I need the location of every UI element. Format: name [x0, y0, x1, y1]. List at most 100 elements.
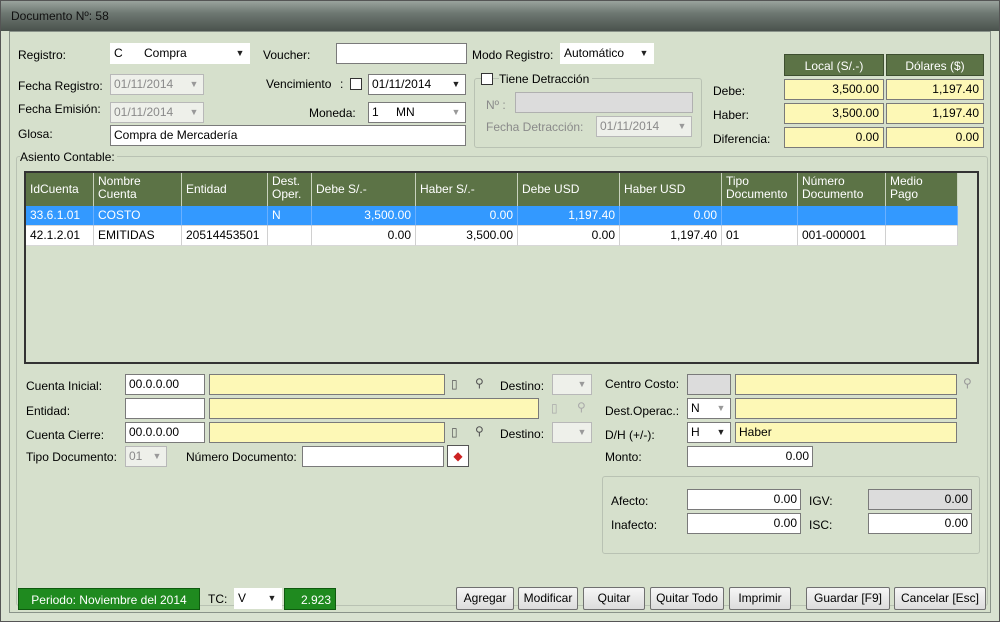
detraccion-group [474, 78, 702, 148]
summary-diferencia-local: 0.00 [784, 127, 884, 148]
centro-costo-desc [735, 374, 957, 395]
tc-select[interactable]: V ▼ [234, 588, 282, 609]
vencimiento-checkbox[interactable] [350, 78, 362, 90]
asiento-title: Asiento Contable: [20, 150, 117, 164]
modificar-button[interactable]: Modificar [518, 587, 578, 610]
destino-label: Destino: [500, 379, 545, 393]
destino-cierre-label: Destino: [500, 427, 545, 441]
periodo-status: Periodo: Noviembre del 2014 [18, 588, 200, 610]
modo-registro-select[interactable]: Automático ▼ [560, 43, 654, 64]
entidad-desc [209, 398, 539, 419]
cell-debe-usd: 0.00 [518, 226, 620, 246]
cell-debe-soles: 0.00 [312, 226, 416, 246]
binoculars-icon[interactable]: ⚲ [475, 376, 484, 390]
col-nombre-cuenta[interactable]: Nombre Cuenta [94, 173, 182, 206]
quitar-button[interactable]: Quitar [583, 587, 645, 610]
binoculars-icon[interactable]: ⚲ [475, 424, 484, 438]
numero-documento-input[interactable] [302, 446, 444, 467]
chevron-down-icon: ▼ [639, 48, 649, 58]
fecha-detraccion-label: Fecha Detracción: [486, 120, 584, 134]
col-dest-oper[interactable]: Dest. Oper. [268, 173, 312, 206]
moneda-select[interactable]: 1 MN ▼ [368, 102, 466, 123]
quitar-todo-button[interactable]: Quitar Todo [650, 587, 724, 610]
chevron-down-icon: ▼ [716, 427, 726, 437]
cell-haber-usd: 1,197.40 [620, 226, 722, 246]
fecha-registro-picker[interactable]: 01/11/2014 ▼ [110, 74, 204, 95]
detraccion-checkbox[interactable] [481, 73, 493, 85]
moneda-label: Moneda: [309, 106, 356, 120]
chevron-down-icon: ▼ [152, 451, 162, 461]
col-entidad[interactable]: Entidad [182, 173, 268, 206]
cell-nombre-cuenta: EMITIDAS [94, 226, 182, 246]
cuenta-cierre-desc [209, 422, 445, 443]
moneda-value: MN [396, 105, 415, 119]
binoculars-icon[interactable]: ⚲ [963, 376, 972, 390]
dh-select[interactable]: H ▼ [687, 422, 731, 443]
agregar-button[interactable]: Agregar [456, 587, 514, 610]
fecha-registro-label: Fecha Registro: [18, 79, 103, 93]
fecha-emision-picker[interactable]: 01/11/2014 ▼ [110, 102, 204, 123]
cell-debe-usd: 1,197.40 [518, 206, 620, 226]
registro-select[interactable]: C Compra ▼ [110, 43, 250, 64]
col-numero-documento[interactable]: Número Documento [798, 173, 886, 206]
table-row[interactable]: 33.6.1.01 COSTO N 3,500.00 0.00 1,197.40… [26, 206, 958, 226]
destino-select[interactable]: ▼ [552, 374, 592, 395]
detraccion-no-input[interactable] [515, 92, 693, 113]
table-row[interactable]: 42.1.2.01 EMITIDAS 20514453501 0.00 3,50… [26, 226, 958, 246]
cuenta-inicial-input[interactable]: 00.0.0.00 [125, 374, 205, 395]
col-debe-usd[interactable]: Debe USD [518, 173, 620, 206]
igv-input: 0.00 [868, 489, 972, 510]
document-icon[interactable]: ▯ [551, 401, 558, 415]
inafecto-input[interactable]: 0.00 [687, 513, 801, 534]
fecha-detraccion-value: 01/11/2014 [600, 119, 660, 133]
guardar-button[interactable]: Guardar [F9] [806, 587, 890, 610]
voucher-label: Voucher: [263, 48, 311, 62]
binoculars-icon[interactable]: ⚲ [577, 400, 586, 414]
isc-input[interactable]: 0.00 [868, 513, 972, 534]
tipo-documento-select[interactable]: 01 ▼ [125, 446, 167, 467]
cuenta-cierre-input[interactable]: 00.0.0.00 [125, 422, 205, 443]
chevron-down-icon: ▼ [451, 79, 461, 89]
summary-debe-local: 3,500.00 [784, 79, 884, 100]
glosa-input[interactable]: Compra de Mercadería [110, 125, 466, 146]
detraccion-label: Tiene Detracción [499, 72, 593, 86]
chevron-down-icon: ▼ [716, 403, 726, 413]
search-document-icon[interactable]: ◆ [447, 445, 469, 467]
fecha-detraccion-picker[interactable]: 01/11/2014 ▼ [596, 116, 692, 137]
afecto-label: Afecto: [611, 494, 649, 508]
cancelar-button[interactable]: Cancelar [Esc] [894, 587, 986, 610]
summary-diferencia-label: Diferencia: [713, 132, 771, 146]
centro-costo-input[interactable] [687, 374, 731, 395]
title-bar: Documento Nº: 58 [1, 1, 999, 31]
col-tipo-documento[interactable]: Tipo Documento [722, 173, 798, 206]
cell-entidad: 20514453501 [182, 226, 268, 246]
monto-input[interactable]: 0.00 [687, 446, 813, 467]
col-idcuenta[interactable]: IdCuenta [26, 173, 94, 206]
vencimiento-picker[interactable]: 01/11/2014 ▼ [368, 74, 466, 95]
summary-debe-label: Debe: [713, 84, 746, 98]
entidad-input[interactable] [125, 398, 205, 419]
cell-nombre-cuenta: COSTO [94, 206, 182, 226]
summary-haber-label: Haber: [713, 108, 750, 122]
voucher-input[interactable] [336, 43, 467, 64]
tipo-documento-label: Tipo Documento: [26, 450, 117, 464]
cuenta-inicial-label: Cuenta Inicial: [26, 379, 103, 393]
form-body: Registro: C Compra ▼ Voucher: Modo Regis… [9, 31, 991, 613]
tc-label: TC: [208, 592, 228, 606]
col-medio-pago[interactable]: Medio Pago [886, 173, 958, 206]
document-icon[interactable]: ▯ [451, 377, 458, 391]
registro-value: Compra [144, 46, 187, 60]
document-icon[interactable]: ▯ [451, 425, 458, 439]
col-debe-soles[interactable]: Debe S/.- [312, 173, 416, 206]
destino-cierre-select[interactable]: ▼ [552, 422, 592, 443]
dh-label: D/H (+/-): [605, 428, 655, 442]
dest-operac-select[interactable]: N ▼ [687, 398, 731, 419]
glosa-label: Glosa: [18, 127, 53, 141]
afecto-input[interactable]: 0.00 [687, 489, 801, 510]
imprimir-button[interactable]: Imprimir [729, 587, 791, 610]
col-haber-usd[interactable]: Haber USD [620, 173, 722, 206]
summary-haber-local: 3,500.00 [784, 103, 884, 124]
col-haber-soles[interactable]: Haber S/.- [416, 173, 518, 206]
chevron-down-icon: ▼ [189, 79, 199, 89]
chevron-down-icon: ▼ [451, 107, 461, 117]
